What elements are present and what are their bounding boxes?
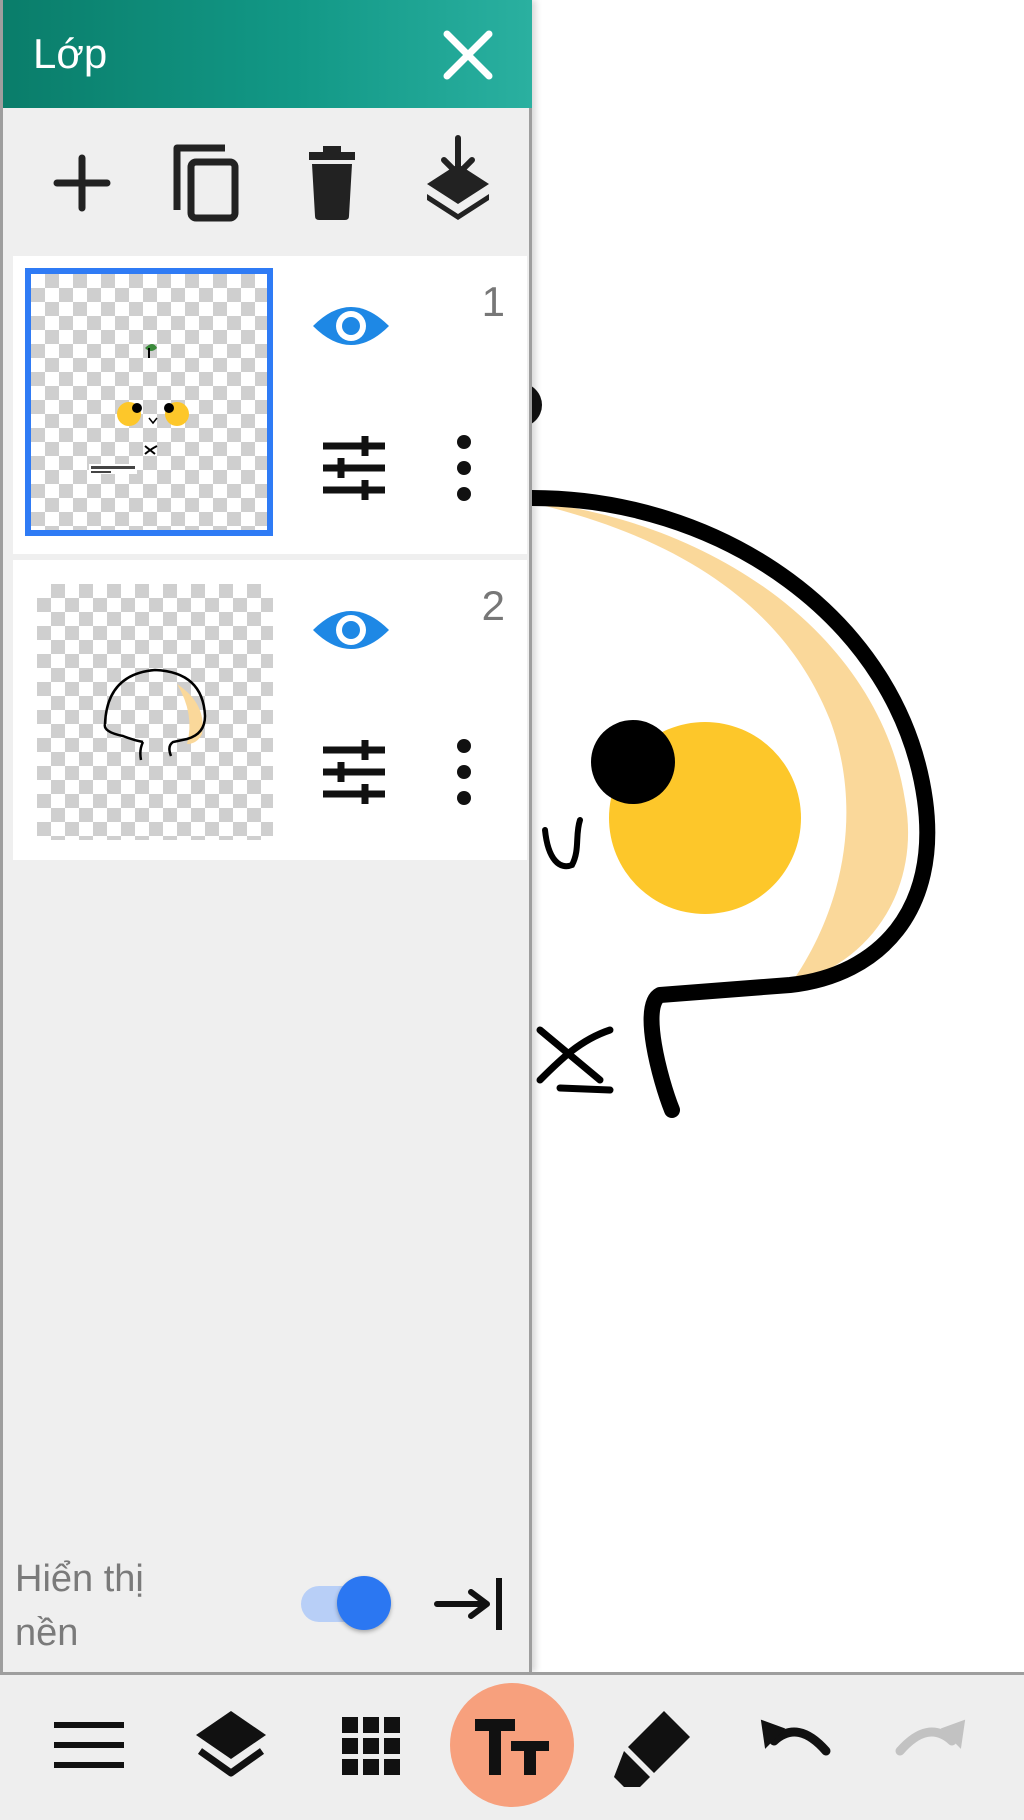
layer-panel: Lớp 1 2 Hiển thị nền (0, 0, 532, 1672)
artwork-eye (591, 720, 675, 804)
undo-button[interactable] (748, 1701, 838, 1791)
menu-button[interactable] (44, 1701, 134, 1791)
eraser-icon (614, 1711, 690, 1787)
eraser-button[interactable] (610, 1701, 700, 1791)
collapse-panel-button[interactable] (431, 1572, 507, 1636)
panel-title: Lớp (33, 30, 108, 77)
more-vertical-icon (457, 739, 471, 805)
plus-icon (53, 154, 111, 212)
layer-item-2[interactable]: 2 (13, 560, 527, 860)
duplicate-layer-button[interactable] (161, 130, 251, 230)
sliders-icon (323, 436, 385, 500)
layer-1-preview (89, 344, 189, 474)
layer-item-1[interactable]: 1 (13, 256, 527, 554)
layers-icon (196, 1711, 266, 1777)
layer-thumbnail (25, 268, 273, 536)
layers-button[interactable] (186, 1701, 276, 1791)
toggle-knob (337, 1576, 391, 1630)
panel-header: Lớp (3, 0, 532, 108)
trash-icon (309, 146, 355, 220)
hamburger-icon (54, 1722, 124, 1768)
layer-visibility-toggle[interactable] (309, 600, 393, 660)
show-background-label: Hiển thị nền (15, 1558, 144, 1654)
redo-icon (895, 1719, 966, 1756)
layer-2-preview (103, 668, 207, 761)
layer-toolbar (3, 120, 532, 240)
layer-more-button[interactable] (449, 736, 479, 808)
eye-icon (313, 611, 389, 649)
grid-button[interactable] (326, 1701, 416, 1791)
bottom-toolbar (0, 1672, 1024, 1820)
grid-icon (342, 1717, 400, 1775)
layer-visibility-toggle[interactable] (309, 296, 393, 356)
layer-adjust-button[interactable] (319, 740, 389, 804)
close-icon (443, 30, 493, 80)
close-button[interactable] (433, 20, 503, 90)
eye-icon (313, 307, 389, 345)
copy-icon (173, 144, 239, 222)
merge-down-button[interactable] (413, 130, 503, 230)
show-background-toggle[interactable] (297, 1572, 393, 1632)
layer-adjust-button[interactable] (319, 436, 389, 500)
layer-number: 1 (481, 278, 505, 325)
undo-icon (760, 1719, 831, 1756)
merge-down-icon (427, 135, 489, 220)
text-tool-button[interactable] (467, 1701, 557, 1791)
sliders-icon (323, 740, 385, 804)
add-layer-button[interactable] (37, 130, 127, 230)
layer-thumbnail (37, 584, 273, 840)
text-tool-icon (475, 1719, 549, 1775)
arrow-to-right-icon (434, 1578, 502, 1630)
delete-layer-button[interactable] (287, 130, 377, 230)
more-vertical-icon (457, 435, 471, 501)
layer-number: 2 (481, 582, 505, 629)
redo-button[interactable] (888, 1701, 978, 1791)
layer-more-button[interactable] (449, 432, 479, 504)
